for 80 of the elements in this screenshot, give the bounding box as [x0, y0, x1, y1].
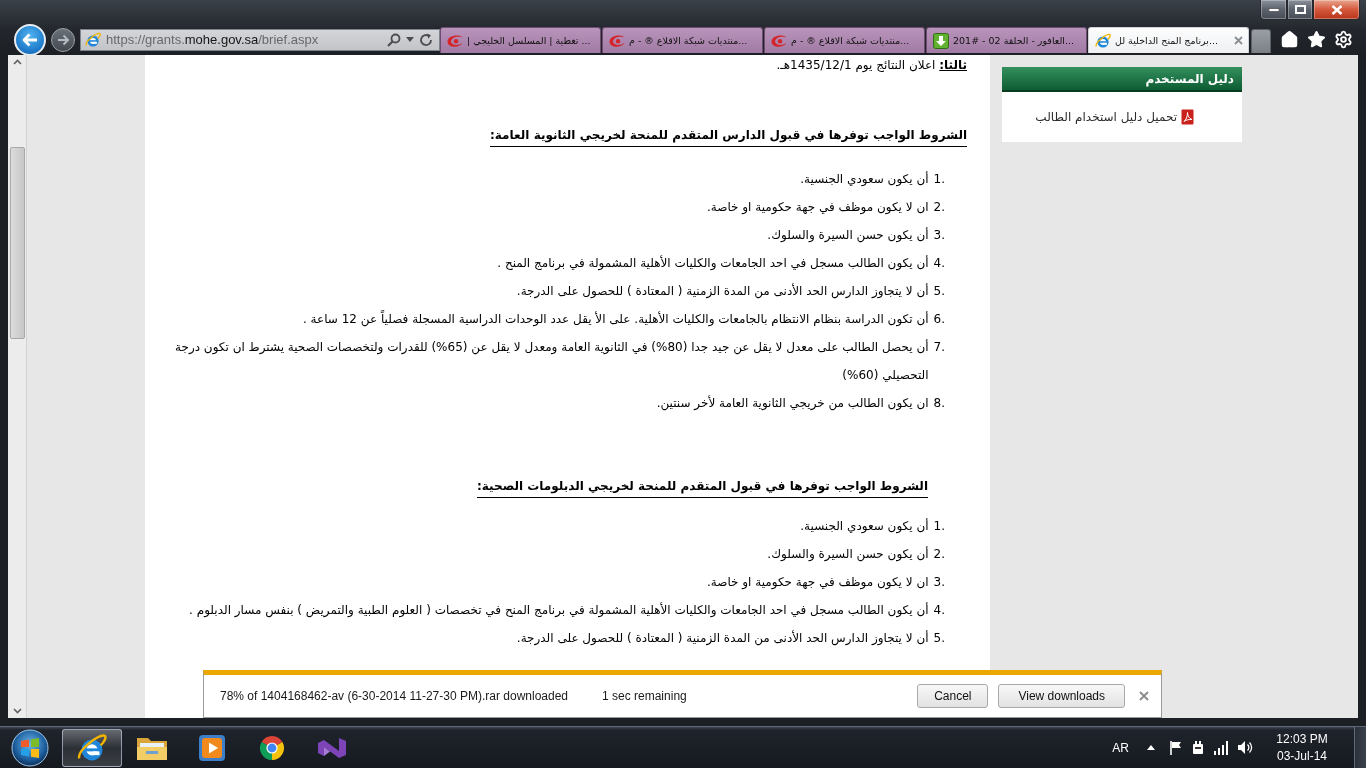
list-item-text: أن يكون حسن السيرة والسلوك.: [766, 226, 929, 245]
caret-up-icon[interactable]: [1147, 745, 1155, 750]
close-icon[interactable]: [1139, 691, 1149, 701]
minimize-icon: [1268, 7, 1279, 12]
browser-tab[interactable]: ...منتديات شبكة الاقلاع ® - م: [602, 27, 763, 53]
clock-date[interactable]: 03-Jul-14: [1277, 747, 1327, 765]
list-item-text: أن يكون الطالب مسجل في احد الجامعات والكليات الأهلية المشمولة في برنامج المنح في تخصصات ( العلوم الطبية والتمريض ) بنفس مسار الدبلوم .: [188, 601, 929, 620]
view-downloads-button[interactable]: View downloads: [998, 684, 1125, 708]
forward-button[interactable]: [51, 27, 75, 52]
list-number: 8.: [933, 395, 945, 412]
home-icon[interactable]: [1280, 30, 1299, 49]
scrollbar-track[interactable]: [8, 55, 27, 718]
list-number: 6.: [933, 311, 945, 328]
browser-logo-icon: [1095, 32, 1111, 49]
minimize-button[interactable]: [1260, 0, 1287, 20]
taskbar-button[interactable]: [62, 728, 122, 767]
browser-tab[interactable]: ...برنامج المنح الداخلية لل: [1088, 27, 1249, 53]
signal-bars-icon[interactable]: [1213, 740, 1229, 755]
list-item-text: أن يكون سعودي الجنسية.: [799, 517, 929, 536]
chevron-up-icon[interactable]: [12, 59, 22, 65]
download-link[interactable]: تحميل دليل استخدام الطالب: [1035, 110, 1177, 124]
language-indicator[interactable]: AR: [1112, 740, 1129, 755]
list-item-text: أن يكون سعودي الجنسية.: [799, 170, 929, 189]
flag-icon[interactable]: [1169, 740, 1183, 755]
browser-tab[interactable]: ... تغطية | المسلسل الخليجي |: [440, 27, 601, 53]
list-number: 2.: [933, 546, 945, 563]
pdf-icon: [1181, 109, 1194, 125]
list-item-text: ان لا يكون موظف في جهة حكومية او خاصة.: [705, 574, 929, 592]
list-item-text: أن يكون الطالب مسجل في احد الجامعات والكليات الأهلية المشمولة في برنامج المنح .: [496, 254, 929, 273]
list-number: 5.: [933, 283, 945, 300]
list-number: 1.: [933, 171, 945, 188]
tricolor-circle-icon: [258, 733, 286, 762]
list-item-text: أن لا يتجاوز الدارس الحد الأدنى من المدة الزمنية ( المعتادة ) للحصول على الدرجة.: [515, 629, 929, 648]
power-plug-icon[interactable]: [1191, 739, 1205, 756]
arrow-right-icon: [56, 33, 70, 46]
close-icon: [1330, 4, 1343, 15]
cancel-button[interactable]: Cancel: [917, 684, 989, 708]
list-number: 1.: [933, 518, 945, 535]
list-item-text: أن يحصل الطالب على معدل لا يقل عن جيد جدا (80%) في الثانوية العامة ومعدل لا يقل عن (65%) للقدرات ولتخصصات الصحية يشترط ان تكون درجة التحصيلي (60%): [174, 338, 929, 384]
scrollbar-thumb[interactable]: [9, 147, 25, 339]
browser-logo-icon: [85, 31, 101, 48]
section-heading: الشروط الواجب توفرها في قبول الدارس المتقدم للمنحة لخريجي الثانوية العامة:: [490, 124, 967, 147]
list-item-text: ان لا يكون موظف في جهة حكومية او خاصة.: [705, 199, 929, 217]
play-tile-icon: [198, 733, 226, 762]
maximize-button[interactable]: [1287, 0, 1313, 20]
sidebar-header: دليل المستخدم: [1002, 67, 1242, 92]
search-icon[interactable]: [387, 32, 401, 47]
download-status-text: 78% of 1404168462-av (6-30-2014 11-27-30 PM).rar downloaded: [220, 689, 568, 703]
back-button[interactable]: [14, 23, 46, 56]
browser-tab[interactable]: ...منتديات شبكة الاقلاع ® - م: [764, 27, 925, 53]
close-button[interactable]: [1313, 0, 1360, 20]
arrow-left-icon: [21, 31, 39, 48]
speaker-icon[interactable]: [1237, 740, 1253, 755]
start-orb-icon[interactable]: [10, 727, 50, 768]
intro-text: ثالثا: اعلان النتائج يوم 1435/12/1هـ.: [775, 57, 967, 74]
address-field[interactable]: https://grants.mohe.gov.sa/brief.aspx: [80, 28, 440, 51]
list-item-text: أن تكون الدراسة بنظام الانتظام بالجامعات والكليات الأهلية. على الأ يقل عدد الوحدات الدراسية المسجلة فصلياً عن 12 ساعة .: [302, 309, 929, 329]
close-icon[interactable]: [1234, 36, 1243, 45]
browser-tab[interactable]: ...العافور - الحلقة 02 - #201: [926, 27, 1087, 53]
list-number: 3.: [933, 227, 945, 244]
list-item-text: أن يكون حسن السيرة والسلوك.: [766, 545, 929, 564]
time-remaining-text: 1 sec remaining: [602, 689, 687, 703]
browser-logo-icon: [77, 732, 107, 763]
list-number: 7.: [933, 339, 945, 356]
settings-icon[interactable]: [1334, 30, 1353, 49]
clock-time[interactable]: 12:03 PM: [1276, 730, 1328, 748]
star-icon[interactable]: [1307, 30, 1326, 49]
list-number: 4.: [933, 602, 945, 619]
list-item-text: أن لا يتجاوز الدارس الحد الأدنى من المدة الزمنية ( المعتادة ) للحصول على الدرجة.: [515, 282, 929, 301]
list-number: 2.: [933, 199, 945, 216]
refresh-icon[interactable]: [419, 32, 433, 47]
list-number: 3.: [933, 574, 945, 591]
list-number: 5.: [933, 630, 945, 647]
list-number: 4.: [933, 255, 945, 272]
list-item-text: ان يكون الطالب من خريجي الثانوية العامة لأخر سنتين.: [655, 394, 929, 413]
download-arrow-icon: [933, 32, 949, 49]
caret-down-icon[interactable]: [406, 37, 414, 42]
section-heading: الشروط الواجب توفرها في قبول المتقدم للمنحة لخريجي الدبلومات الصحية:: [477, 475, 928, 498]
maximize-icon: [1294, 5, 1306, 14]
chevron-down-icon[interactable]: [12, 708, 22, 714]
